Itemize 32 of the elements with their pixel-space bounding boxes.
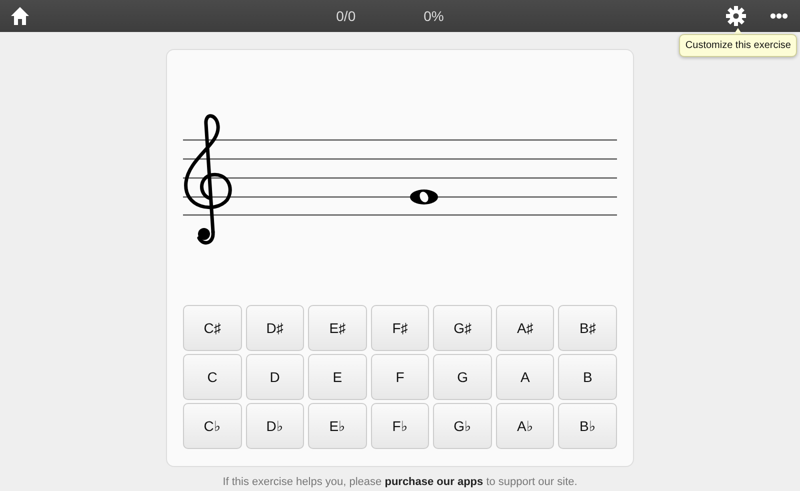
treble-clef-icon xyxy=(184,114,232,245)
note-button[interactable]: G♯ xyxy=(433,305,492,351)
note-button[interactable]: G♭ xyxy=(433,403,492,449)
note-button[interactable]: E♯ xyxy=(308,305,367,351)
note-button[interactable]: C♯ xyxy=(183,305,242,351)
note-button[interactable]: D♯ xyxy=(246,305,304,351)
home-icon[interactable] xyxy=(10,6,30,26)
note-button[interactable]: F♯ xyxy=(370,305,430,351)
note-button[interactable]: F♭ xyxy=(370,403,430,449)
note-button[interactable]: E xyxy=(308,354,367,400)
note-button[interactable]: A xyxy=(496,354,554,400)
note-button[interactable]: D xyxy=(246,354,304,400)
tooltip: Customize this exercise xyxy=(679,34,797,57)
footer-note: If this exercise helps you, please purchase our apps to support our site. xyxy=(222,476,578,488)
note-button[interactable]: C♭ xyxy=(183,403,242,449)
note-button[interactable]: B♭ xyxy=(558,403,617,449)
settings-icon[interactable] xyxy=(726,6,746,26)
note-button[interactable]: F xyxy=(370,354,430,400)
note-button[interactable]: D♭ xyxy=(246,403,304,449)
more-icon[interactable] xyxy=(770,13,788,19)
percent-score: 0% xyxy=(424,8,444,24)
note-button[interactable]: C xyxy=(183,354,242,400)
note-button[interactable]: E♭ xyxy=(308,403,367,449)
note-button[interactable]: B xyxy=(558,354,617,400)
purchase-link[interactable]: purchase our apps xyxy=(384,476,484,488)
note-button[interactable]: A♭ xyxy=(496,403,554,449)
tooltip-pointer xyxy=(734,28,742,34)
note-button[interactable]: B♯ xyxy=(558,305,617,351)
note-button[interactable]: G xyxy=(433,354,492,400)
note-button[interactable]: A♯ xyxy=(496,305,554,351)
whole-note-icon xyxy=(410,190,438,204)
score-counter: 0/0 xyxy=(336,8,356,24)
